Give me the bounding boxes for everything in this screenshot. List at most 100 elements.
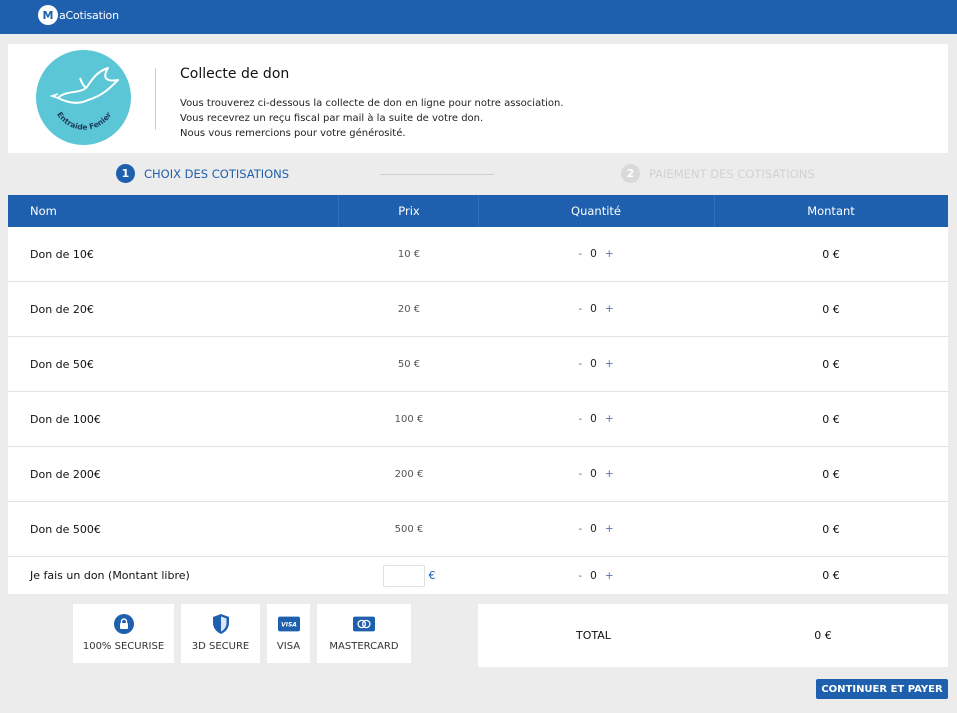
badge-3d-secure: 3D SECURE [181,604,260,663]
decrement-button[interactable]: - [572,523,588,535]
row-name: Don de 20€ [30,302,94,316]
decrement-button[interactable]: - [572,303,588,315]
quantity-value: 0 [590,248,597,260]
row-price: 200 € [394,468,424,480]
svg-text:VISA: VISA [281,622,297,629]
badge-mastercard: MASTERCARD [317,604,411,663]
visa-icon: VISA [277,613,300,635]
increment-button[interactable]: + [599,413,620,425]
row-amount: 0 € [822,302,840,316]
step-number: 1 [116,164,135,183]
increment-button[interactable]: + [599,570,620,582]
table-row-free-amount: Je fais un don (Montant libre) € - 0 + 0… [8,557,948,594]
increment-button[interactable]: + [599,358,620,370]
step-paiement-cotisations[interactable]: 2 PAIEMENT DES COTISATIONS [621,164,815,183]
column-header-montant: Montant [807,204,855,218]
quantity-value: 0 [590,569,597,582]
app-logo[interactable]: M aCotisation [38,4,119,26]
quantity-value: 0 [590,468,597,480]
table-row: Don de 20€ 20 € - 0 + 0 € [8,282,948,337]
row-name: Don de 100€ [30,412,101,426]
decrement-button[interactable]: - [572,468,588,480]
increment-button[interactable]: + [599,468,620,480]
row-amount: 0 € [822,247,840,261]
badge-label: 100% SECURISE [82,641,165,652]
top-bar: M aCotisation [0,0,957,34]
quantity-value: 0 [590,303,597,315]
continue-and-pay-button[interactable]: CONTINUER ET PAYER [816,679,948,699]
header-divider [155,68,156,130]
total-card: TOTAL 0 € [478,604,948,667]
row-price: 10 € [397,248,421,260]
increment-button[interactable]: + [599,248,620,260]
organization-logo: Entraide Fenier [36,50,131,145]
quantity-stepper: - 0 + [478,337,714,391]
step-choix-cotisations[interactable]: 1 CHOIX DES COTISATIONS [116,164,289,183]
quantity-stepper: - 0 + [478,282,714,336]
step-label: CHOIX DES COTISATIONS [144,166,290,181]
lock-icon [113,613,135,635]
row-price: 100 € [394,413,424,425]
dove-icon: Entraide Fenier [49,67,119,132]
quantity-value: 0 [590,358,597,370]
row-amount: 0 € [822,412,840,426]
step-number: 2 [621,164,640,183]
row-amount: 0 € [822,357,840,371]
increment-button[interactable]: + [599,303,620,315]
step-connector [380,174,494,175]
page-title: Collecte de don [180,66,290,82]
badge-secure: 100% SECURISE [73,604,174,663]
currency-symbol: € [428,569,436,582]
column-header-prix: Prix [398,204,420,218]
mastercard-icon [353,613,375,635]
row-price: 20 € [397,303,421,315]
badge-label: VISA [276,641,301,652]
description-line: Vous recevrez un reçu fiscal par mail à … [180,113,484,124]
quantity-stepper: - 0 + [478,502,714,556]
column-header-quantite: Quantité [571,204,621,218]
column-header-nom: Nom [30,204,57,218]
table-row: Don de 200€ 200 € - 0 + 0 € [8,447,948,502]
description-line: Nous vous remercions pour votre générosi… [180,128,406,139]
badge-visa: VISA VISA [267,604,310,663]
quantity-stepper: - 0 + [478,557,714,594]
svg-text:Entraide Fenier: Entraide Fenier [55,110,113,132]
shield-icon [210,613,232,635]
badge-label: 3D SECURE [191,641,250,652]
donation-table: Nom Prix Quantité Montant Don de 10€ 10 … [8,195,948,594]
row-price: 500 € [394,523,424,535]
increment-button[interactable]: + [599,523,620,535]
org-logo-text: Entraide Fenier [55,110,113,132]
total-label: TOTAL [576,629,611,642]
table-row: Don de 10€ 10 € - 0 + 0 € [8,227,948,282]
quantity-stepper: - 0 + [478,392,714,446]
quantity-value: 0 [590,523,597,535]
total-amount: 0 € [814,629,832,642]
row-name: Don de 500€ [30,522,101,536]
header-card: Entraide Fenier Collecte de don Vous tro… [8,44,948,153]
badge-label: MASTERCARD [329,641,399,652]
free-amount-input[interactable] [382,564,425,587]
row-price: 50 € [397,358,421,370]
quantity-value: 0 [590,413,597,425]
logo-text: aCotisation [59,8,119,22]
logo-mark-icon: M [38,5,58,25]
stepper: 1 CHOIX DES COTISATIONS 2 PAIEMENT DES C… [0,158,957,190]
quantity-stepper: - 0 + [478,227,714,281]
table-row: Don de 500€ 500 € - 0 + 0 € [8,502,948,557]
decrement-button[interactable]: - [572,358,588,370]
table-row: Don de 50€ 50 € - 0 + 0 € [8,337,948,392]
quantity-stepper: - 0 + [478,447,714,501]
table-row: Don de 100€ 100 € - 0 + 0 € [8,392,948,447]
row-name: Don de 10€ [30,247,94,261]
row-amount: 0 € [822,522,840,536]
decrement-button[interactable]: - [572,248,588,260]
description: Vous trouverez ci-dessous la collecte de… [180,96,564,141]
row-amount: 0 € [822,467,840,481]
decrement-button[interactable]: - [572,413,588,425]
table-header: Nom Prix Quantité Montant [8,195,948,227]
row-name: Don de 200€ [30,467,101,481]
row-name: Je fais un don (Montant libre) [30,569,190,582]
decrement-button[interactable]: - [572,570,588,582]
step-label: PAIEMENT DES COTISATIONS [649,166,815,181]
